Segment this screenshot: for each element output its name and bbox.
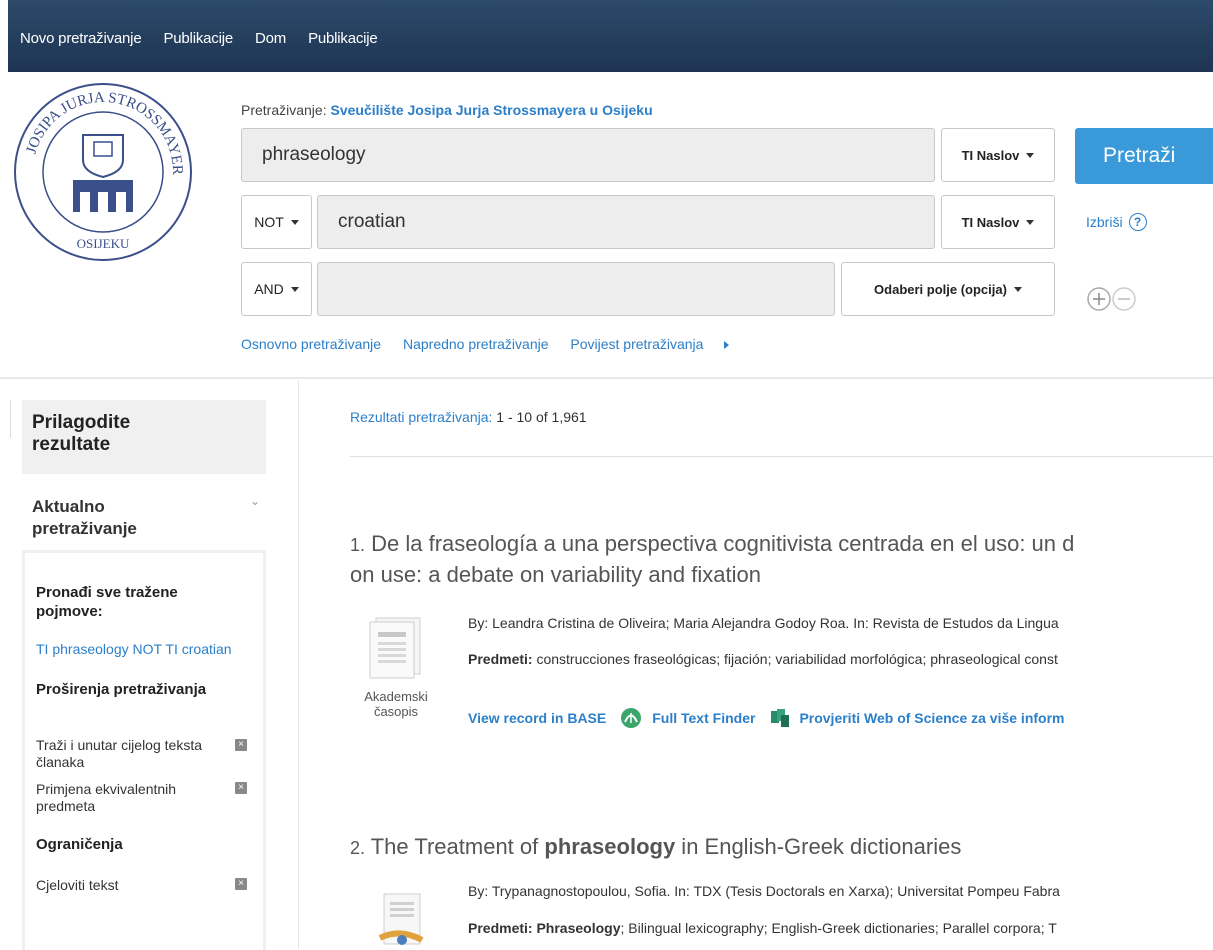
result-2-subjects-bold: Phraseology bbox=[536, 920, 621, 936]
result-1-subjects: Predmeti: construcciones fraseológicas; … bbox=[468, 651, 1058, 667]
chevron-down-icon[interactable]: ⌄ bbox=[250, 494, 260, 508]
sidebar-heading-text: Prilagodite rezultate bbox=[32, 412, 131, 455]
search-button[interactable]: Pretraži bbox=[1075, 128, 1213, 184]
chevron-down-icon bbox=[1013, 286, 1022, 292]
academic-journal-icon[interactable] bbox=[360, 612, 432, 686]
search-input-2[interactable]: croatian bbox=[317, 195, 935, 249]
operator-select-2[interactable]: NOT bbox=[241, 195, 312, 249]
result-2-title-post: in English-Greek dictionaries bbox=[675, 834, 962, 859]
chevron-down-icon bbox=[1026, 152, 1035, 158]
result-1-actions: View record in BASE Full Text Finder Pro… bbox=[468, 707, 1065, 729]
search-input-1-value: phraseology bbox=[262, 144, 366, 165]
sidebar-heading: Prilagodite rezultate bbox=[22, 400, 266, 474]
expander-equivalent: Primjena ekvivalentnih predmeta bbox=[36, 781, 177, 814]
sidebar-divider bbox=[298, 380, 299, 949]
field-select-1[interactable]: TI Naslov bbox=[941, 128, 1055, 182]
remove-row-icon[interactable] bbox=[1112, 287, 1136, 311]
result-1-subjects-text: construcciones fraseológicas; fijación; … bbox=[532, 651, 1058, 667]
chevron-down-icon bbox=[290, 286, 299, 292]
result-2-subjects-text: ; Bilingual lexicography; English-Greek … bbox=[620, 920, 1057, 936]
field-select-3[interactable]: Odaberi polje (opcija) bbox=[841, 262, 1055, 316]
triangle-right-icon bbox=[724, 341, 730, 350]
remove-expander-2-icon[interactable]: × bbox=[235, 782, 247, 794]
field-select-3-label: Odaberi polje (opcija) bbox=[874, 281, 1007, 297]
nav-publications[interactable]: Publikacije bbox=[163, 30, 233, 47]
full-text-finder-icon[interactable] bbox=[620, 707, 642, 729]
operator-3-label: AND bbox=[254, 281, 284, 297]
field-select-2[interactable]: TI Naslov bbox=[941, 195, 1055, 249]
web-of-science-link[interactable]: Provjeriti Web of Science za više inform bbox=[799, 710, 1064, 726]
clear-link[interactable]: Izbriši bbox=[1086, 214, 1123, 230]
result-2-title-pre: The Treatment of bbox=[370, 834, 545, 859]
nav-home[interactable]: Dom bbox=[255, 30, 286, 47]
result-2-title-bold: phraseology bbox=[544, 834, 676, 859]
svg-text:JOSIPA JURJA STROSSMAYERA U: JOSIPA JURJA STROSSMAYERA U bbox=[8, 80, 185, 175]
university-seal-logo[interactable]: JOSIPA JURJA STROSSMAYERA U OSIJEKU bbox=[8, 80, 198, 270]
top-navbar: Novo pretraživanje Publikacije Dom Publi… bbox=[8, 0, 1213, 72]
search-input-1[interactable]: phraseology bbox=[241, 128, 935, 182]
result-1-title[interactable]: 1. De la fraseología a una perspectiva c… bbox=[350, 531, 1074, 557]
result-1-type: Akademski časopis bbox=[356, 689, 436, 719]
web-of-science-icon[interactable] bbox=[769, 707, 791, 729]
result-1-title-line2[interactable]: on use: a debate on variability and fixa… bbox=[350, 562, 761, 588]
search-history-link[interactable]: Povijest pretraživanja bbox=[570, 336, 747, 352]
limits-title: Ograničenja bbox=[36, 836, 123, 853]
search-input-3[interactable] bbox=[317, 262, 835, 316]
remove-expander-1-icon[interactable]: × bbox=[235, 739, 247, 751]
search-scope-label: Pretraživanje: bbox=[241, 102, 327, 118]
expanders-title: Proširenja pretraživanja bbox=[36, 681, 207, 698]
query-link[interactable]: TI phraseology NOT TI croatian bbox=[36, 641, 236, 658]
current-search-panel: Pronađi sve tražene pojmove: TI phraseol… bbox=[22, 550, 266, 950]
find-all-title: Pronađi sve tražene pojmove: bbox=[36, 584, 178, 620]
remove-limit-1-icon[interactable]: × bbox=[235, 878, 247, 890]
result-1-type-line1: Akademski bbox=[364, 689, 428, 704]
current-search-heading[interactable]: Aktualno pretraživanje bbox=[32, 496, 182, 540]
search-scope-institution[interactable]: Sveučilište Josipa Jurja Strossmayera u … bbox=[330, 102, 652, 118]
view-record-base-link[interactable]: View record in BASE bbox=[468, 710, 606, 726]
result-2-subjects-label: Predmeti: bbox=[468, 920, 537, 936]
sidebar: Prilagodite rezultate Aktualno pretraživ… bbox=[22, 400, 266, 950]
field-select-1-label: TI Naslov bbox=[961, 147, 1020, 163]
result-2-title[interactable]: 2. The Treatment of phraseology in Engli… bbox=[350, 834, 961, 860]
add-row-icon[interactable] bbox=[1087, 287, 1111, 311]
result-1-subjects-label: Predmeti: bbox=[468, 651, 533, 667]
chevron-down-icon bbox=[1026, 219, 1035, 225]
operator-select-3[interactable]: AND bbox=[241, 262, 312, 316]
result-2-subjects: Predmeti: Phraseology; Bilingual lexicog… bbox=[468, 920, 1057, 936]
search-input-2-value: croatian bbox=[338, 211, 406, 232]
clear-search: Izbriši ? bbox=[1086, 213, 1147, 231]
result-1-type-line2: časopis bbox=[373, 704, 419, 719]
results-label: Rezultati pretraživanja: bbox=[350, 409, 493, 425]
results-divider bbox=[350, 456, 1213, 457]
svg-text:OSIJEKU: OSIJEKU bbox=[77, 236, 130, 251]
nav-new-search[interactable]: Novo pretraživanje bbox=[20, 30, 142, 47]
result-1-authors: By: Leandra Cristina de Oliveira; Maria … bbox=[468, 615, 1059, 631]
search-mode-links: Osnovno pretraživanje Napredno pretraživ… bbox=[241, 336, 765, 352]
row-controls bbox=[1087, 287, 1136, 311]
field-select-2-label: TI Naslov bbox=[961, 214, 1020, 230]
chevron-down-icon bbox=[290, 219, 299, 225]
nav-publications-2[interactable]: Publikacije bbox=[308, 30, 378, 47]
advanced-search-link[interactable]: Napredno pretraživanje bbox=[403, 336, 549, 352]
sidebar-toggle[interactable] bbox=[0, 400, 11, 438]
basic-search-link[interactable]: Osnovno pretraživanje bbox=[241, 336, 381, 352]
result-2-number: 2. bbox=[350, 838, 366, 858]
dissertation-icon[interactable] bbox=[370, 888, 430, 949]
limit-fulltext: Cjeloviti tekst bbox=[36, 877, 119, 893]
help-icon[interactable]: ? bbox=[1128, 213, 1147, 231]
result-1-title-line1: De la fraseología a una perspectiva cogn… bbox=[371, 531, 1075, 556]
result-2-authors: By: Trypanagnostopoulou, Sofia. In: TDX … bbox=[468, 883, 1060, 899]
expander-fulltext: Traži i unutar cijelog teksta članaka bbox=[36, 737, 202, 770]
result-1-number: 1. bbox=[350, 535, 366, 555]
search-history-label: Povijest pretraživanja bbox=[570, 336, 704, 352]
full-text-finder-link[interactable]: Full Text Finder bbox=[652, 710, 755, 726]
operator-2-label: NOT bbox=[254, 214, 284, 230]
header-divider bbox=[0, 377, 1213, 379]
results-summary: Rezultati pretraživanja: 1 - 10 of 1,961 bbox=[350, 409, 587, 425]
search-scope: Pretraživanje: Sveučilište Josipa Jurja … bbox=[241, 102, 653, 118]
results-count: 1 - 10 of 1,961 bbox=[496, 409, 587, 425]
